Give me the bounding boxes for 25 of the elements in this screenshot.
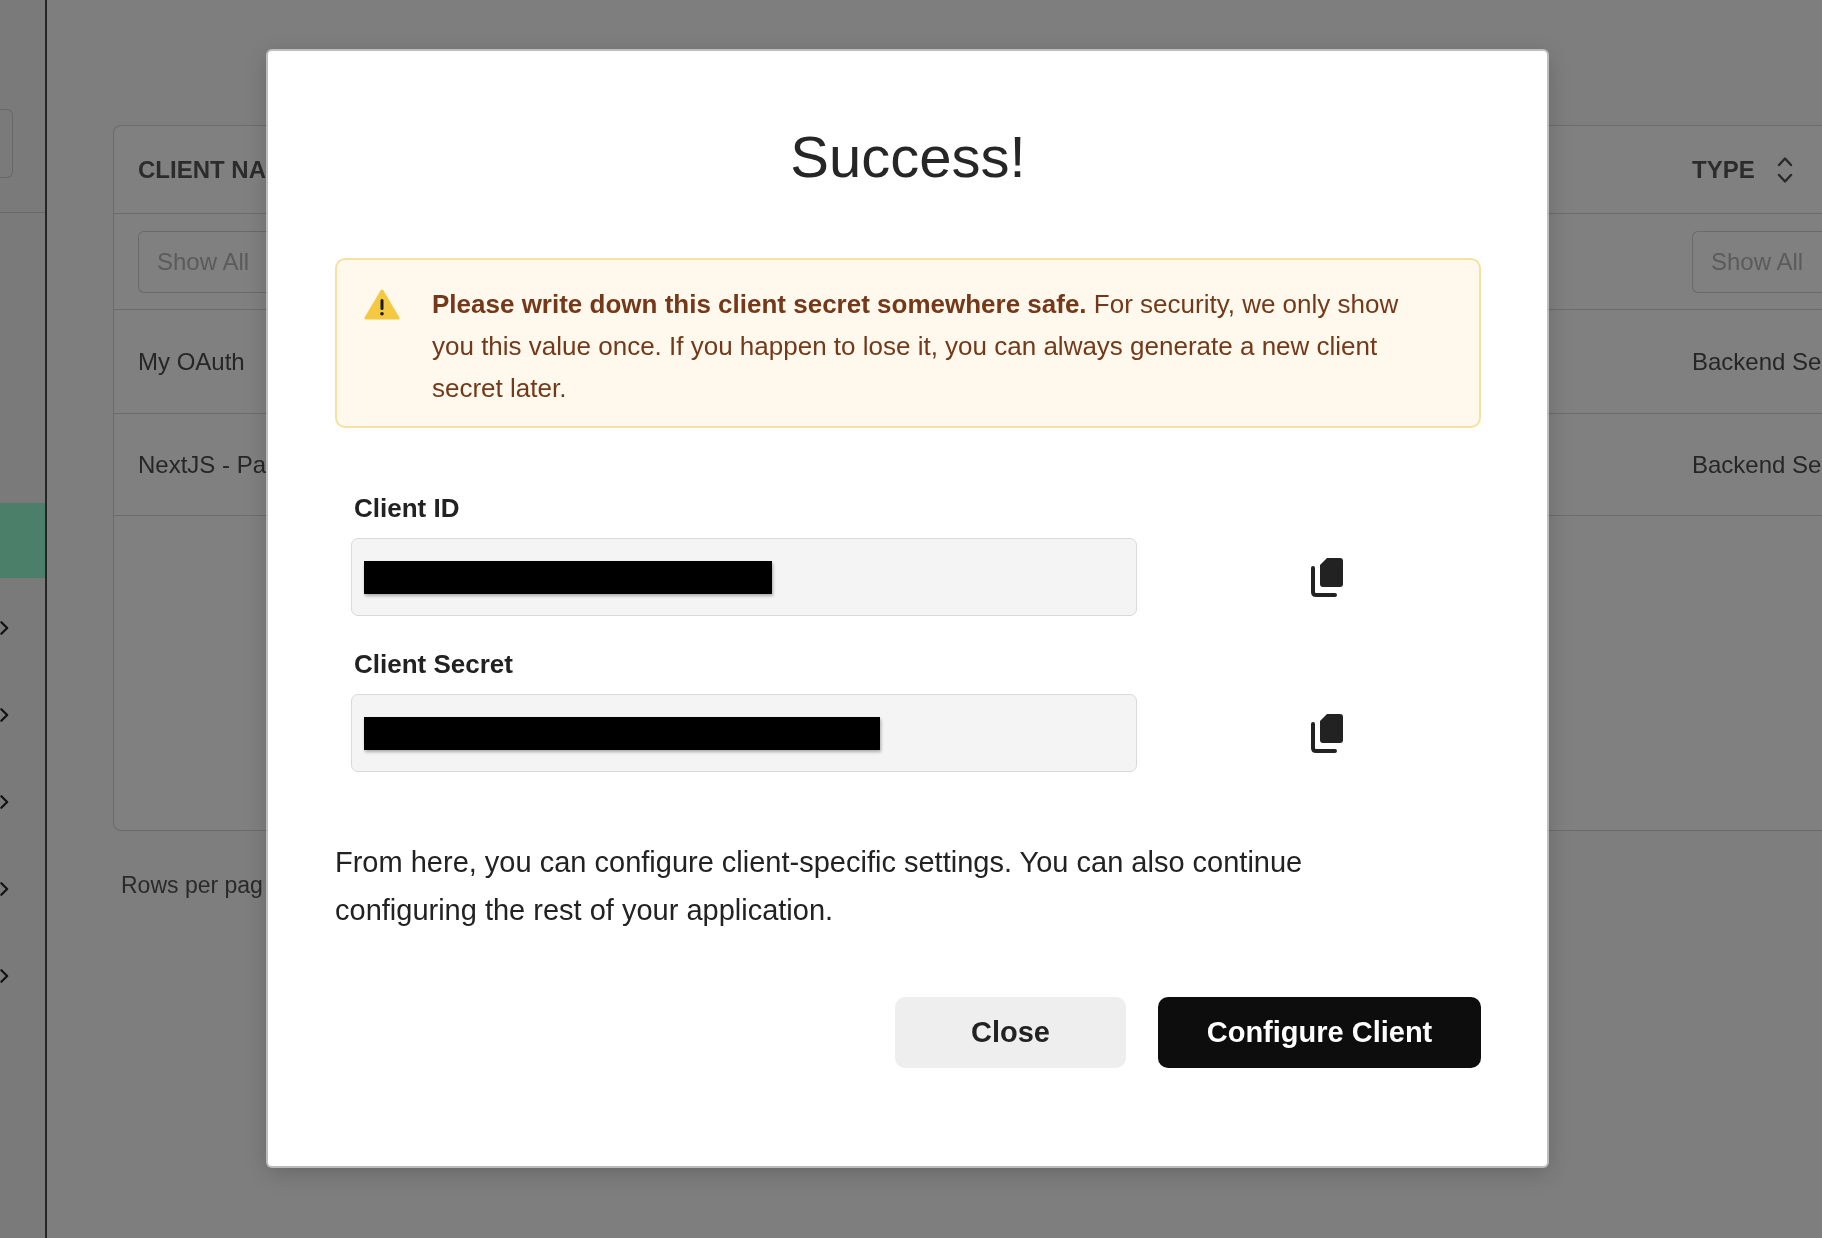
chevron-right-icon[interactable] <box>0 793 9 810</box>
table-cell: My OAuth <box>138 347 245 376</box>
alert-text: Please write down this client secret somewhere safe. For security, we only show you this value once. If you happen to lose it, you can always generate a new client secret later. <box>432 288 1400 405</box>
chevron-right-icon[interactable] <box>0 967 9 984</box>
field-label: Client Secret <box>354 649 513 679</box>
dialog-message: From here, you can configure client-specific settings. You can also continue configuring the rest of your application. <box>335 845 1304 928</box>
field-label: Client ID <box>354 493 460 523</box>
column-header: CLIENT NA <box>138 155 266 184</box>
column-header[interactable]: TYPE <box>1692 155 1755 184</box>
sort-icon[interactable] <box>1776 154 1793 185</box>
table-cell: Backend Se <box>1692 347 1822 376</box>
copy-icon[interactable] <box>1310 713 1344 753</box>
primary-button[interactable]: Configure Client <box>1158 997 1481 1068</box>
table-cell: NextJS - Pa <box>138 450 267 479</box>
dialog-title: Success! <box>790 123 1026 191</box>
chevron-right-icon[interactable] <box>0 619 9 636</box>
secondary-button[interactable]: Close <box>895 997 1126 1068</box>
chevron-right-icon[interactable] <box>0 880 9 897</box>
chevron-right-icon[interactable] <box>0 706 9 723</box>
table-cell: Backend Se <box>1692 450 1822 479</box>
warning-icon <box>364 289 400 320</box>
text-field[interactable] <box>351 538 1137 616</box>
copy-icon[interactable] <box>1310 557 1344 597</box>
text-field[interactable] <box>351 694 1137 772</box>
rows-per-page-label: Rows per pag <box>121 871 263 900</box>
